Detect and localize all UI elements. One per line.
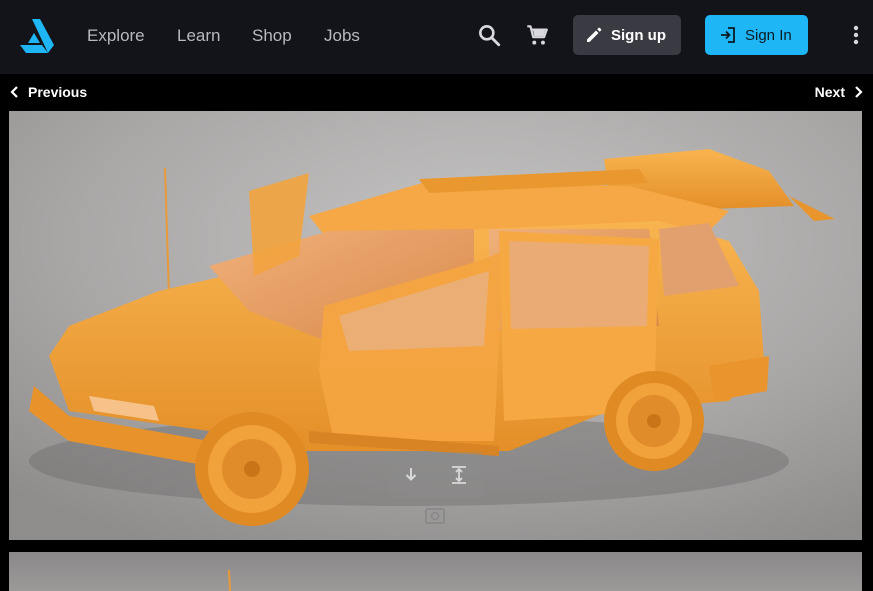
zoom-icon[interactable] xyxy=(424,506,446,526)
chevron-right-icon xyxy=(855,86,863,98)
sign-up-button[interactable]: Sign up xyxy=(573,15,681,55)
sign-up-label: Sign up xyxy=(611,26,666,44)
nav-explore[interactable]: Explore xyxy=(87,26,145,46)
nav-learn[interactable]: Learn xyxy=(177,26,220,46)
chevron-left-icon xyxy=(10,86,18,98)
search-icon[interactable] xyxy=(476,22,502,48)
login-icon xyxy=(721,27,735,43)
fit-height-icon[interactable] xyxy=(448,464,470,486)
cart-icon[interactable] xyxy=(524,22,550,48)
previous-label: Previous xyxy=(28,84,88,100)
more-vertical-icon[interactable] xyxy=(846,22,866,48)
nav-shop[interactable]: Shop xyxy=(252,26,292,46)
nav-jobs[interactable]: Jobs xyxy=(324,26,360,46)
artwork-image-next[interactable] xyxy=(9,552,862,591)
next-link[interactable]: Next xyxy=(815,84,863,100)
sign-in-label: Sign In xyxy=(745,26,792,44)
artstation-logo[interactable] xyxy=(18,17,56,53)
project-pager: Previous Next xyxy=(0,74,873,111)
next-label: Next xyxy=(814,84,845,100)
image-overlay-controls xyxy=(388,452,483,498)
pencil-icon xyxy=(587,27,602,42)
download-icon[interactable] xyxy=(400,464,422,486)
top-navigation-bar: Explore Learn Shop Jobs Sign up Sign In xyxy=(0,0,873,74)
sign-in-button[interactable]: Sign In xyxy=(705,15,808,55)
previous-link[interactable]: Previous xyxy=(10,84,87,100)
car-render-preview xyxy=(228,569,231,591)
